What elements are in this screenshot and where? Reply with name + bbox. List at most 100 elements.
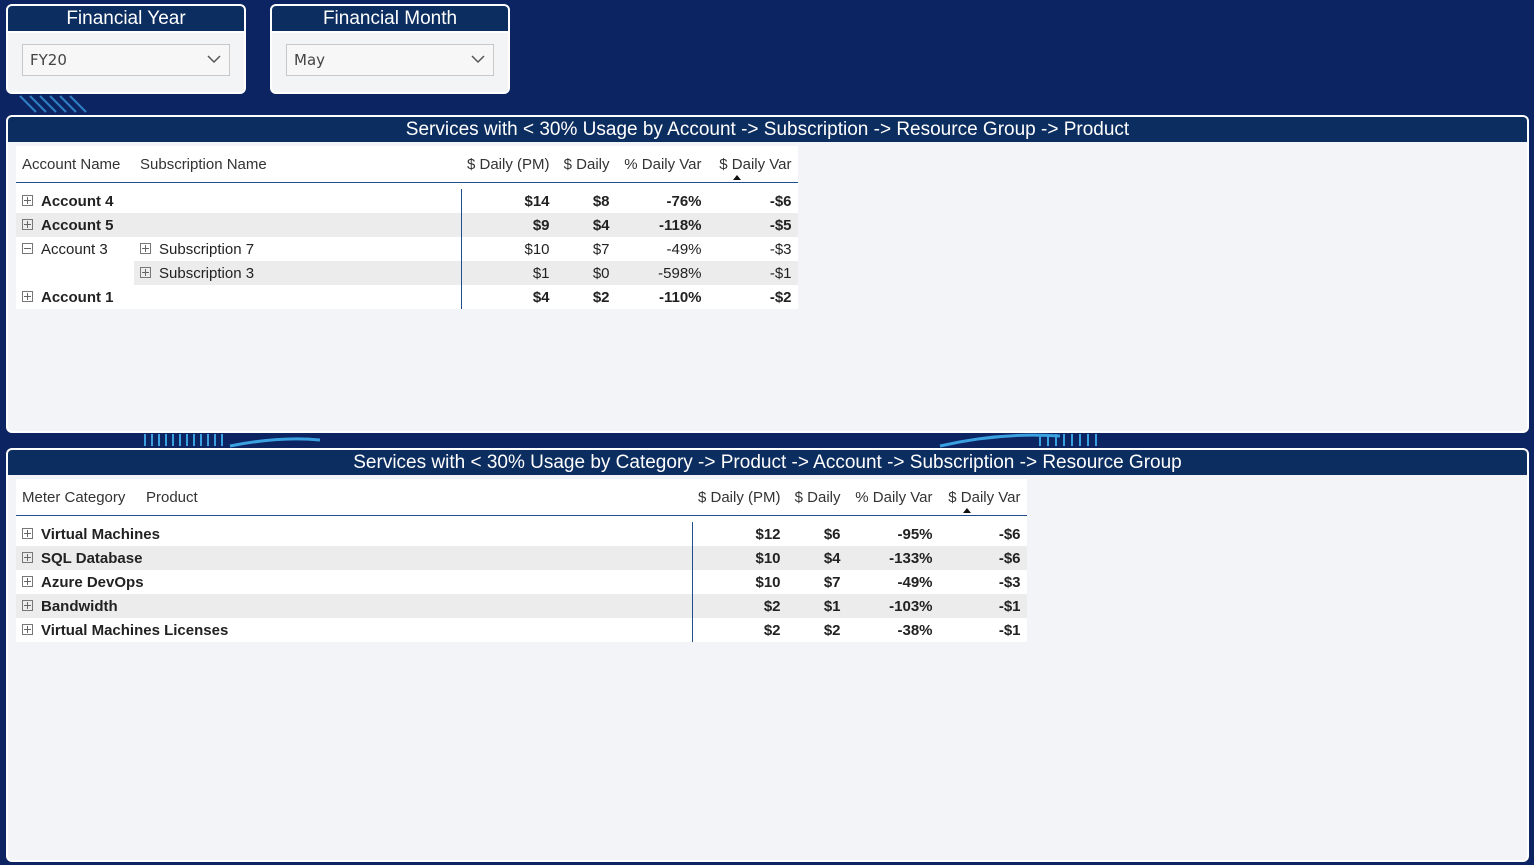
subscription-cell: Subscription 7 [134, 237, 462, 261]
pct-var-cell: -110% [658, 288, 702, 306]
daily-pm-cell: $4 [532, 288, 550, 306]
category-panel-title: Services with < 30% Usage by Category ->… [8, 450, 1527, 475]
table-row[interactable]: Account 1 $4 $2 -110% -$2 [16, 285, 798, 309]
category-cell: Virtual Machines Licenses [16, 618, 693, 642]
expand-icon[interactable] [22, 623, 33, 635]
daily-cell: $2 [592, 288, 610, 306]
account-cell: Account 5 [16, 213, 134, 237]
daily-pm-cell: $12 [755, 525, 781, 543]
category-name: Azure DevOps [41, 573, 144, 591]
table-row[interactable]: Virtual Machines $12 $6 -95% -$6 [16, 522, 1027, 546]
category-name: Virtual Machines Licenses [41, 621, 229, 639]
account-name: Account 1 [41, 288, 114, 306]
sort-ascending-icon [732, 175, 741, 180]
expand-icon[interactable] [22, 599, 33, 611]
expand-icon[interactable] [22, 551, 33, 563]
pct-var-cell: -133% [846, 546, 939, 570]
expand-icon[interactable] [22, 575, 33, 587]
col-header-daily-pm[interactable]: $ Daily (PM) [461, 146, 556, 183]
daily-cell: $8 [592, 192, 610, 210]
daily-cell: $6 [823, 525, 841, 543]
subscription-cell: Subscription 3 [134, 261, 462, 285]
daily-var-cell: -$6 [998, 525, 1021, 543]
table-row[interactable]: Account 3 Subscription 7 $10 $7 -49% -$3 [16, 237, 798, 261]
pct-var-cell: -76% [666, 192, 702, 210]
account-matrix: Account Name Subscription Name $ Daily (… [16, 146, 798, 309]
expand-icon[interactable] [22, 194, 33, 206]
pct-var-cell: -103% [846, 594, 939, 618]
col-header-daily[interactable]: $ Daily [786, 479, 847, 516]
daily-var-cell: -$1 [938, 594, 1027, 618]
account-cell: Account 1 [16, 285, 134, 309]
account-name: Account 4 [41, 192, 114, 210]
table-row[interactable]: Bandwidth $2 $1 -103% -$1 [16, 594, 1027, 618]
daily-var-cell: -$2 [769, 288, 792, 306]
category-name: Bandwidth [41, 597, 118, 615]
col-header-account-name[interactable]: Account Name [16, 146, 134, 183]
col-header-pct-daily-var[interactable]: % Daily Var [846, 479, 939, 516]
account-name: Account 3 [41, 240, 108, 258]
expand-icon[interactable] [22, 290, 33, 302]
account-name: Account 5 [41, 216, 114, 234]
pct-var-cell: -95% [897, 525, 933, 543]
subscription-name: Subscription 7 [159, 240, 255, 258]
expand-icon[interactable] [140, 266, 151, 278]
chevron-down-icon [471, 55, 485, 64]
table-row[interactable]: SQL Database $10 $4 -133% -$6 [16, 546, 1027, 570]
collapse-icon[interactable] [22, 242, 33, 254]
account-cell: Account 4 [16, 189, 134, 213]
financial-year-value: FY20 [30, 51, 67, 69]
account-usage-panel: Services with < 30% Usage by Account -> … [6, 115, 1529, 433]
col-header-daily[interactable]: $ Daily [555, 146, 616, 183]
pct-var-cell: -38% [897, 621, 933, 639]
col-header-meter-category[interactable]: Meter Category [16, 479, 140, 516]
col-header-product[interactable]: Product [140, 479, 692, 516]
pct-var-cell: -49% [666, 240, 702, 258]
sort-ascending-icon [962, 508, 971, 513]
daily-pm-cell: $9 [461, 213, 556, 237]
financial-year-dropdown[interactable]: FY20 [22, 44, 230, 76]
category-cell: Azure DevOps [16, 570, 693, 594]
daily-cell: $4 [555, 213, 616, 237]
expand-icon[interactable] [22, 527, 33, 539]
daily-pm-cell: $2 [692, 594, 787, 618]
table-row[interactable]: Subscription 3 $1 $0 -598% -$1 [16, 261, 798, 285]
account-panel-title: Services with < 30% Usage by Account -> … [8, 117, 1527, 142]
financial-year-title: Financial Year [8, 6, 244, 33]
pct-var-cell: -598% [615, 261, 708, 285]
daily-pm-cell: $10 [692, 546, 787, 570]
col-header-pct-daily-var[interactable]: % Daily Var [615, 146, 708, 183]
col-header-daily-var-label: $ Daily Var [719, 155, 792, 173]
pct-var-cell: -49% [897, 573, 933, 591]
category-name: Virtual Machines [41, 525, 160, 543]
col-header-daily-var[interactable]: $ Daily Var [938, 479, 1027, 516]
daily-pm-cell: $1 [461, 261, 556, 285]
daily-pm-cell: $14 [524, 192, 550, 210]
daily-var-cell: -$6 [938, 546, 1027, 570]
col-header-daily-var-label: $ Daily Var [948, 488, 1021, 506]
category-matrix: Meter Category Product $ Daily (PM) $ Da… [16, 479, 1027, 642]
table-row[interactable]: Virtual Machines Licenses $2 $2 -38% -$1 [16, 618, 1027, 642]
daily-cell: $0 [555, 261, 616, 285]
expand-icon[interactable] [22, 218, 33, 230]
col-header-daily-pm[interactable]: $ Daily (PM) [692, 479, 787, 516]
category-usage-panel: Services with < 30% Usage by Category ->… [6, 448, 1529, 862]
table-row[interactable]: Azure DevOps $10 $7 -49% -$3 [16, 570, 1027, 594]
category-cell: Bandwidth [16, 594, 693, 618]
daily-cell: $4 [786, 546, 847, 570]
daily-pm-cell: $10 [524, 240, 550, 258]
daily-var-cell: -$3 [998, 573, 1021, 591]
daily-cell: $2 [823, 621, 841, 639]
col-header-subscription-name[interactable]: Subscription Name [134, 146, 461, 183]
expand-icon[interactable] [140, 242, 151, 254]
account-cell: Account 3 [16, 237, 134, 261]
table-row[interactable]: Account 5 $9 $4 -118% -$5 [16, 213, 798, 237]
daily-var-cell: -$6 [769, 192, 792, 210]
category-name: SQL Database [41, 549, 143, 567]
category-cell: SQL Database [16, 546, 693, 570]
col-header-daily-var[interactable]: $ Daily Var [707, 146, 798, 183]
table-row[interactable]: Account 4 $14 $8 -76% -$6 [16, 189, 798, 213]
daily-var-cell: -$5 [707, 213, 798, 237]
financial-month-dropdown[interactable]: May [286, 44, 494, 76]
daily-pm-cell: $10 [755, 573, 781, 591]
